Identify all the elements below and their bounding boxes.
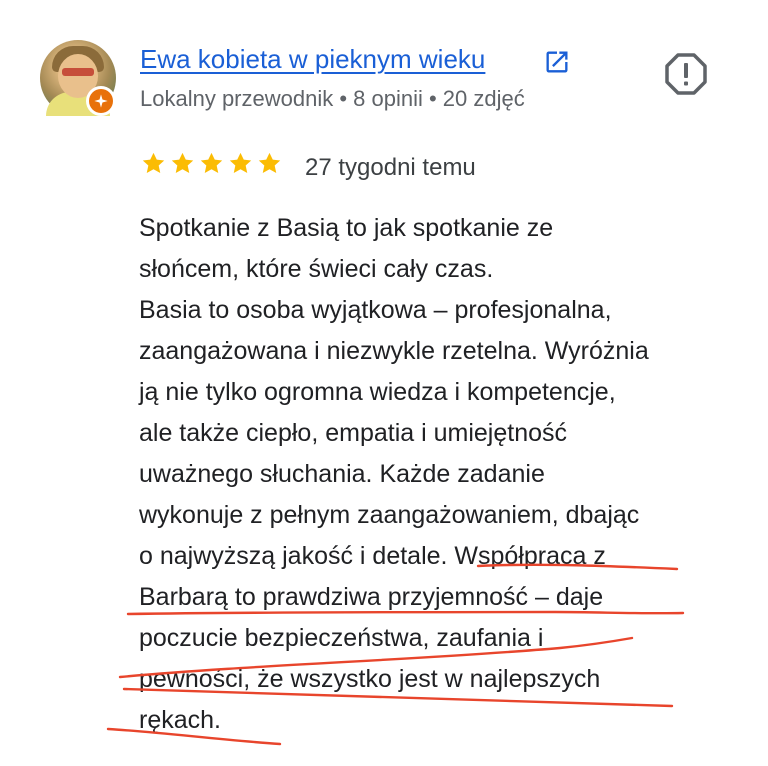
review-text-line: wykonuje z pełnym zaangażowaniem, dbając — [139, 501, 640, 529]
review-text-line: zaangażowana i niezwykle rzetelna. Wyróż… — [139, 337, 649, 365]
star-icon — [142, 152, 165, 173]
star-icon — [200, 152, 223, 173]
review-card: Ewa kobieta w pieknym wieku Lokalny prze… — [0, 0, 768, 766]
star-icon — [258, 152, 281, 173]
review-text-line: poczucie bezpieczeństwa, zaufania i — [139, 624, 544, 652]
review-text-line: ale także ciepło, empatia i umiejętność — [139, 419, 568, 447]
review-text-line: o najwyższą jakość i detale. Współpraca … — [139, 542, 606, 570]
review-text-line: słońcem, które świeci cały czas. — [139, 255, 494, 283]
review-text-line: Spotkanie z Basią to jak spotkanie ze — [139, 214, 554, 242]
star-icon — [171, 152, 194, 173]
review-text-line: uważnego słuchania. Każde zadanie — [139, 460, 545, 488]
avatar-glasses — [62, 68, 94, 76]
review-text-line: Basia to osoba wyjątkowa – profesjonalna… — [139, 296, 612, 324]
local-guide-star-icon — [89, 89, 113, 113]
local-guide-badge — [86, 86, 116, 116]
open-in-new-icon[interactable] — [543, 48, 571, 76]
star-icon — [229, 152, 252, 173]
report-flag-icon[interactable] — [664, 52, 708, 96]
review-text-line: Barbarą to prawdziwa przyjemność – daje — [139, 583, 604, 611]
review-text: Spotkanie z Basią to jak spotkanie ze sło… — [139, 208, 739, 741]
review-text-line: rękach. — [139, 706, 221, 734]
author-meta: Lokalny przewodnik • 8 opinii • 20 zdjęć — [140, 86, 525, 111]
author-name-link[interactable]: Ewa kobieta w pieknym wieku — [140, 44, 485, 75]
review-time: 27 tygodni temu — [305, 154, 476, 181]
star-rating — [140, 150, 283, 177]
review-text-line: ją nie tylko ogromna wiedza i kompetencj… — [139, 378, 616, 406]
review-text-line: pewności, że wszystko jest w najlepszych — [139, 665, 601, 693]
